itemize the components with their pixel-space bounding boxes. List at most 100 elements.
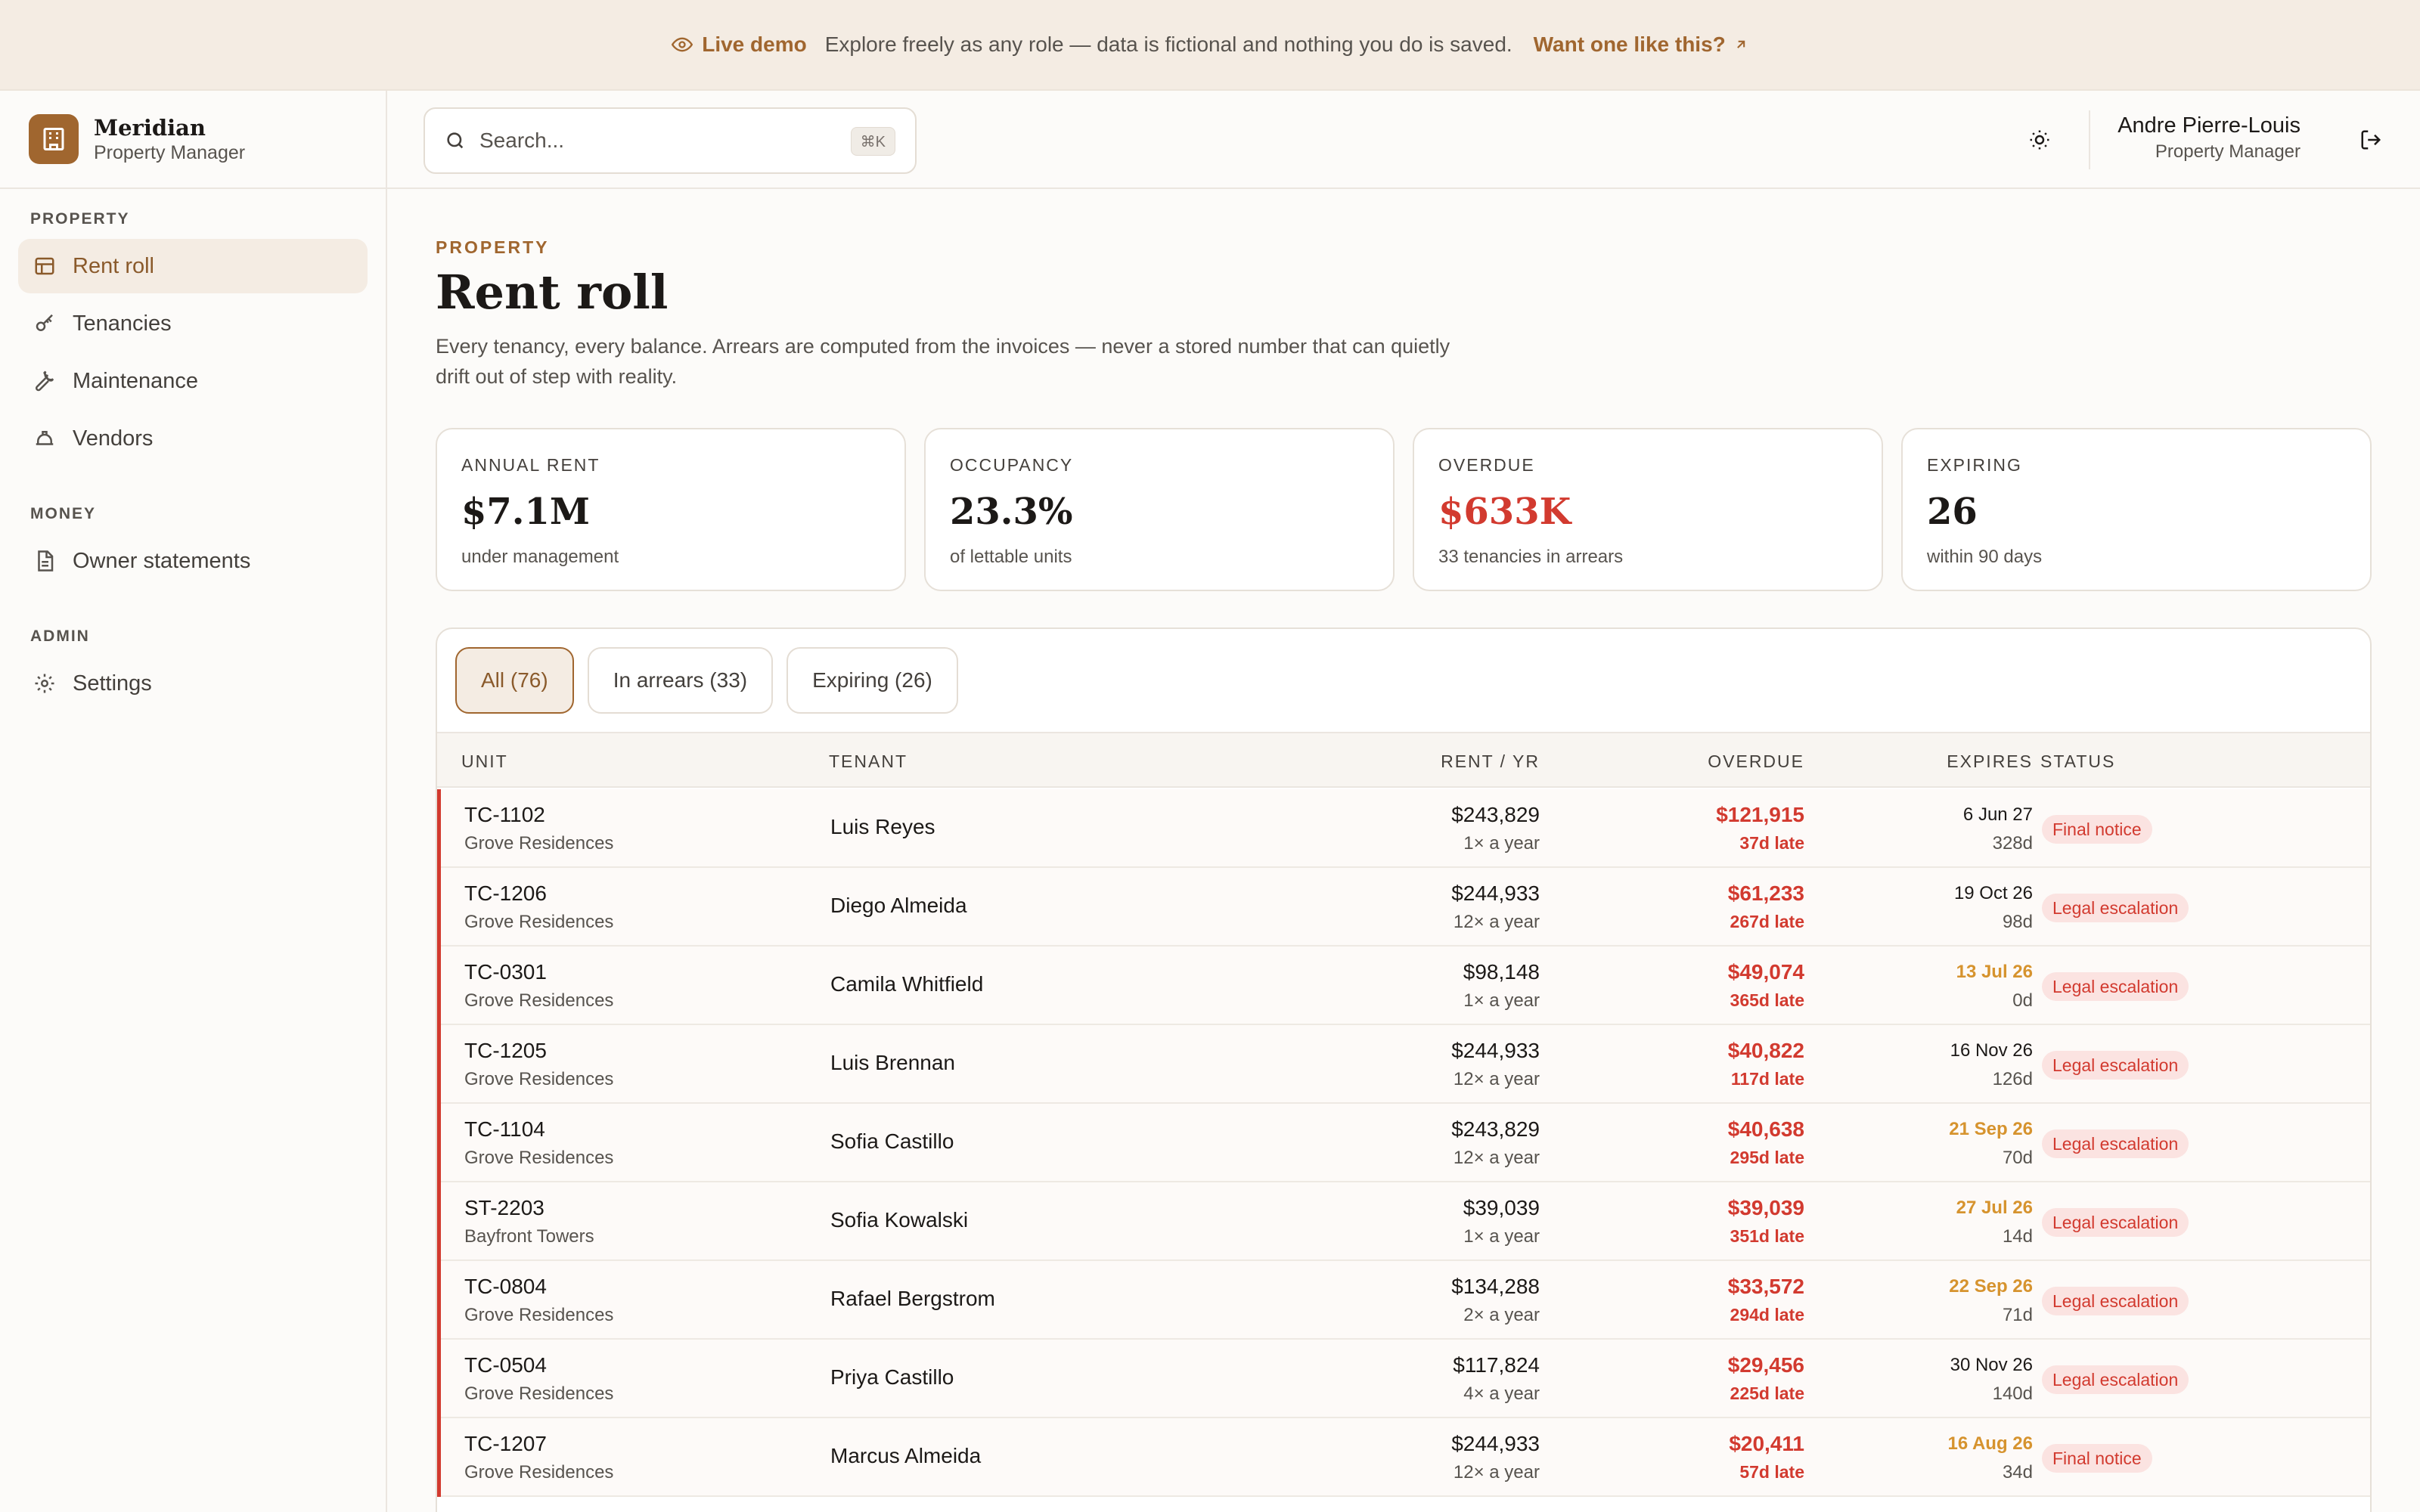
sidebar-item-maintenance[interactable]: Maintenance [18,354,368,408]
live-demo-text: Live demo [702,33,807,56]
status-badge: Legal escalation [2042,1208,2189,1237]
sidebar-item-settings[interactable]: Settings [18,656,368,711]
page-eyebrow: PROPERTY [436,237,550,257]
building-logo-icon [29,114,79,164]
tenant-name: Diego Almeida [830,894,967,917]
days-to-expiry: 98d [2002,912,2033,932]
theme-toggle-button[interactable] [2021,121,2059,159]
rent-amount: $244,933 [1451,1039,1540,1062]
table-row[interactable]: TC-0301 Grove Residences Camila Whitfield $… [437,947,2370,1025]
page-description: Every tenancy, every balance. Arrears ar… [436,335,1450,388]
brand[interactable]: Meridian Property Manager [0,91,386,189]
days-late: 294d late [1730,1305,1804,1325]
hardhat-icon [36,431,54,445]
topbar-divider [2089,110,2090,169]
overdue-amount: $40,822 [1727,1039,1804,1062]
stat-value: $633K [1438,491,1571,533]
property-name: Bayfront Towers [464,1226,594,1247]
unit-id: TC-1206 [464,881,547,905]
stat-card-annual-rent: ANNUAL RENT $7.1M under management [436,428,906,591]
column-header-rent[interactable]: RENT / YR [1441,751,1540,772]
days-late: 351d late [1730,1226,1804,1246]
table-row[interactable]: TC-0504 Grove Residences Priya Castillo $11… [437,1340,2370,1418]
property-name: Grove Residences [464,1383,614,1404]
status-badge: Legal escalation [2042,894,2189,922]
sidebar-item-label: Owner statements [73,548,251,573]
rent-amount: $244,933 [1451,1432,1540,1455]
gear-icon [35,674,54,693]
overdue-amount: $121,915 [1716,803,1804,826]
sidebar-item-rent-roll[interactable]: Rent roll [18,239,368,293]
unit-id: TC-1205 [464,1039,547,1062]
expiry-date: 21 Sep 26 [1949,1119,2033,1139]
unit-id: TC-1207 [464,1432,547,1455]
column-header-status[interactable]: STATUS [2040,751,2115,772]
overdue-amount: $61,233 [1727,881,1804,905]
stat-label: OCCUPANCY [950,455,1074,475]
rent-frequency: 12× a year [1453,1148,1540,1168]
stat-subtext: of lettable units [950,547,1072,567]
sidebar-item-label: Settings [73,671,152,696]
status-badge: Legal escalation [2042,972,2189,1001]
rent-amount: $117,824 [1453,1353,1540,1377]
want-one-text: Want one like this? [1533,33,1726,56]
sidebar-item-label: Rent roll [73,253,154,278]
status-badge: Legal escalation [2042,1365,2189,1394]
table-row[interactable]: TC-1102 Grove Residences Luis Reyes $243,82… [437,789,2370,868]
days-to-expiry: 0d [2012,990,2033,1011]
expiry-date: 16 Aug 26 [1947,1433,2034,1454]
table-row[interactable]: TC-1206 Grove Residences Diego Almeida $244… [437,868,2370,947]
user-name: Andre Pierre-Louis [2118,113,2301,138]
expiry-date: 30 Nov 26 [1950,1355,2033,1375]
sidebar-item-label: Vendors [73,426,154,451]
property-name: Grove Residences [464,1069,614,1089]
table-row[interactable]: TC-1207 Grove Residences Marcus Almeida $24… [437,1418,2370,1497]
want-one-link[interactable]: Want one like this? [1534,33,1748,57]
logout-button[interactable] [2352,121,2390,159]
tab-expiring[interactable]: Expiring (26) [786,647,958,714]
property-name: Grove Residences [464,1148,614,1168]
days-late: 57d late [1739,1462,1804,1482]
tenant-name: Rafael Bergstrom [830,1287,995,1310]
days-late: 295d late [1730,1148,1804,1167]
tab-all[interactable]: All (76) [455,647,574,714]
expiry-date: 19 Oct 26 [1953,883,2033,903]
tab-in-arrears[interactable]: In arrears (33) [587,647,774,714]
days-to-expiry: 126d [1992,1069,2033,1089]
tenant-name: Camila Whitfield [830,972,984,996]
top-bar: ⌘K Andre Pierre-Louis Property Manager [387,91,2420,189]
rent-frequency: 12× a year [1453,912,1540,932]
tenant-name: Luis Reyes [830,815,935,838]
unit-id: ST-2203 [464,1196,544,1219]
table-row[interactable]: TC-0804 Grove Residences Rafael Bergstrom $… [437,1261,2370,1340]
unit-id: TC-0504 [464,1353,547,1377]
rent-frequency: 2× a year [1463,1305,1540,1325]
unit-id: TC-1104 [464,1117,545,1141]
column-header-tenant[interactable]: TENANT [829,751,908,772]
days-late: 37d late [1739,833,1804,853]
table-row[interactable]: ST-2203 Bayfront Towers Sofia Kowalski $39,… [437,1182,2370,1261]
days-to-expiry: 34d [2002,1462,2033,1483]
rent-frequency: 12× a year [1453,1069,1540,1089]
search-box[interactable]: ⌘K [424,107,917,174]
days-to-expiry: 14d [2002,1226,2033,1247]
sidebar-item-tenancies[interactable]: Tenancies [18,296,368,351]
days-to-expiry: 70d [2002,1148,2033,1168]
arrow-up-right-icon [1736,40,1745,48]
sidebar-item-owner-statements[interactable]: Owner statements [18,534,368,588]
days-to-expiry: 71d [2002,1305,2033,1325]
column-header-expires[interactable]: EXPIRES [1947,751,2033,772]
table-icon [35,257,54,275]
table-row[interactable]: TC-1205 Grove Residences Luis Brennan $244,… [437,1025,2370,1104]
search-input[interactable] [479,129,812,153]
demo-banner: Live demo Explore freely as any role — d… [0,0,2420,91]
sidebar-item-vendors[interactable]: Vendors [18,411,368,466]
column-header-unit[interactable]: UNIT [461,751,508,772]
overdue-amount: $39,039 [1727,1196,1804,1219]
overdue-amount: $49,074 [1727,960,1804,984]
table-row[interactable]: TC-1104 Grove Residences Sofia Castillo $24… [437,1104,2370,1182]
column-header-overdue[interactable]: OVERDUE [1708,751,1804,772]
days-late: 225d late [1730,1383,1804,1403]
days-late: 365d late [1730,990,1804,1010]
stat-card-occupancy: OCCUPANCY 23.3% of lettable units [924,428,1395,591]
